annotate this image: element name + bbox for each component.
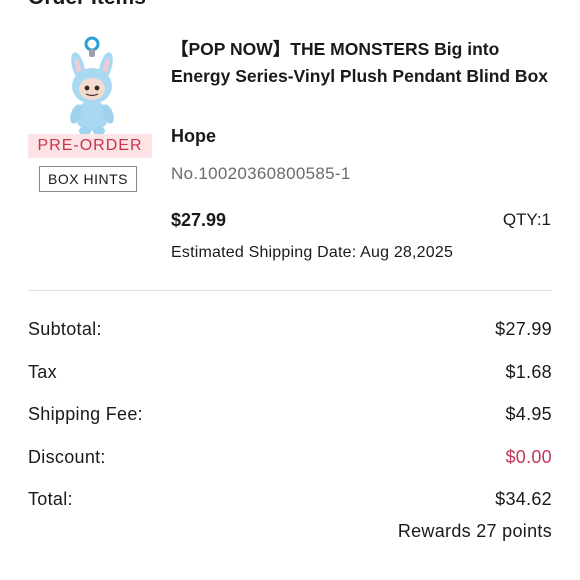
- total-row: Total: $34.62: [28, 487, 552, 511]
- subtotal-value: $27.99: [495, 318, 552, 339]
- item-price: $27.99: [171, 210, 227, 230]
- tax-label: Tax: [28, 361, 57, 382]
- rewards-points: Rewards 27 points: [397, 521, 552, 541]
- shipping-fee-value: $4.95: [505, 403, 552, 424]
- tax-row: Tax $1.68: [28, 360, 552, 384]
- order-number: No.10020360800585-1: [171, 164, 351, 183]
- discount-value: $0.00: [505, 446, 552, 467]
- item-quantity: QTY:1: [502, 210, 551, 229]
- estimated-shipping-date: Estimated Shipping Date: Aug 28,2025: [171, 244, 454, 261]
- plush-pendant-image: [70, 36, 114, 135]
- shipping-fee-row: Shipping Fee: $4.95: [28, 402, 552, 426]
- total-label: Total:: [28, 488, 73, 509]
- product-image[interactable]: [40, 36, 140, 136]
- discount-label: Discount:: [28, 446, 106, 467]
- total-value: $34.62: [495, 488, 552, 509]
- tax-value: $1.68: [505, 361, 552, 382]
- order-items-page: Order Items PRE-ORDER BOX HINTS: [0, 0, 580, 580]
- shipping-fee-label: Shipping Fee:: [28, 403, 143, 424]
- product-variant: Hope: [171, 126, 216, 146]
- discount-row: Discount: $0.00: [28, 445, 552, 469]
- subtotal-row: Subtotal: $27.99: [28, 317, 552, 341]
- box-hints-button[interactable]: BOX HINTS: [39, 166, 137, 192]
- section-title: Order Items: [28, 0, 146, 10]
- product-title[interactable]: 【POP NOW】THE MONSTERS Big into Energy Se…: [171, 36, 551, 90]
- divider: [28, 290, 552, 291]
- preorder-badge: PRE-ORDER: [28, 134, 152, 158]
- subtotal-label: Subtotal:: [28, 318, 102, 339]
